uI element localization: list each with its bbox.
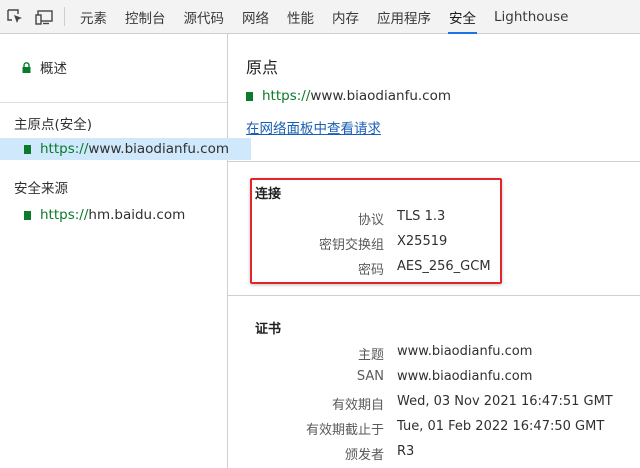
subject-value: www.biaodianfu.com (397, 344, 533, 359)
valid-from-value: Wed, 03 Nov 2021 16:47:51 GMT (397, 394, 613, 409)
secure-indicator-icon (246, 91, 253, 101)
secure-indicator-icon (24, 144, 31, 154)
tab-network[interactable]: 网络 (233, 0, 278, 33)
view-requests-in-network-link[interactable]: 在网络面板中查看请求 (246, 117, 381, 137)
device-toolbar-icon[interactable] (30, 0, 60, 33)
toolbar-separator (64, 7, 65, 26)
sidebar-item-label: https://hm.baidu.com (40, 207, 186, 223)
subject-label: 主题 (357, 348, 384, 363)
main-origin-heading: 主原点(安全) (14, 117, 93, 133)
sidebar-item-secure-source[interactable]: https://hm.baidu.com (0, 204, 251, 226)
lock-icon (22, 61, 31, 73)
issuer-label: 颁发者 (344, 448, 384, 463)
section-divider (228, 161, 640, 162)
sidebar-item-overview[interactable]: 概述 (0, 56, 249, 78)
tab-application[interactable]: 应用程序 (368, 0, 440, 33)
san-label: SAN (356, 369, 384, 384)
tab-elements[interactable]: 元素 (71, 0, 116, 33)
valid-until-label: 有效期截止于 (305, 423, 384, 438)
sidebar-item-main-origin[interactable]: https://www.biaodianfu.com (0, 138, 251, 160)
page-title: 原点 (246, 58, 279, 77)
tab-security[interactable]: 安全 (440, 0, 485, 34)
security-sidebar: 概述 主原点(安全) https://www.biaodianfu.com 安全… (0, 34, 251, 468)
sidebar-divider (0, 102, 227, 103)
certificate-section-title: 证书 (255, 322, 282, 337)
sidebar-item-label: https://www.biaodianfu.com (40, 141, 230, 157)
tab-performance[interactable]: 性能 (278, 0, 323, 33)
tab-console[interactable]: 控制台 (116, 0, 175, 33)
origin-url: https://www.biaodianfu.com (246, 88, 451, 104)
origin-details-pane: 原点 https://www.biaodianfu.com 在网络面板中查看请求… (228, 34, 640, 468)
valid-until-value: Tue, 01 Feb 2022 16:47:50 GMT (397, 419, 605, 434)
secure-sources-heading: 安全来源 (14, 181, 68, 197)
tab-memory[interactable]: 内存 (323, 0, 368, 33)
san-value: www.biaodianfu.com (397, 369, 533, 384)
tab-sources[interactable]: 源代码 (175, 0, 234, 33)
secure-indicator-icon (24, 210, 31, 220)
valid-from-label: 有效期自 (331, 398, 384, 413)
annotation-highlight-box (250, 178, 502, 284)
issuer-value: R3 (397, 444, 415, 459)
tab-lighthouse[interactable]: Lighthouse (485, 0, 577, 33)
section-divider (228, 295, 640, 296)
devtools-toolbar: 元素 控制台 源代码 网络 性能 内存 应用程序 安全 Lighthouse (0, 0, 640, 34)
sidebar-item-label: 概述 (40, 61, 67, 77)
inspect-element-icon[interactable] (0, 0, 30, 33)
